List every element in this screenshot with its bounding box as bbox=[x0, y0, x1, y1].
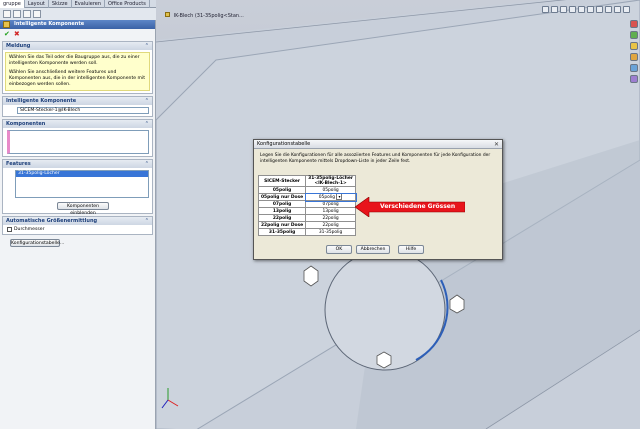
features-section: Features ⌃ 31-35polig-Löcher Komponenten … bbox=[2, 159, 153, 216]
dropdown-arrow-icon: ▾ bbox=[336, 193, 343, 200]
appearances-icon[interactable] bbox=[630, 64, 638, 72]
config-dropdown[interactable]: 05polig ▾ bbox=[304, 192, 357, 202]
collapse-icon: ⌃ bbox=[144, 121, 149, 127]
table-row: 22polig 22polig bbox=[257, 214, 357, 222]
hide-show-icon[interactable] bbox=[596, 6, 603, 13]
small-hole bbox=[376, 351, 392, 369]
smart-component-field[interactable]: SICEM-Stecker-1@IK-Blech bbox=[17, 107, 149, 114]
collapse-icon: ⌃ bbox=[144, 218, 149, 224]
message-header[interactable]: Meldung ⌃ bbox=[3, 42, 152, 50]
table-row: 31-35polig 31-35polig bbox=[257, 228, 357, 236]
previous-view-icon[interactable] bbox=[560, 6, 567, 13]
appearance-icon[interactable] bbox=[605, 6, 612, 13]
table-row: 22polig nur Dose 22polig bbox=[257, 221, 357, 229]
smart-component-icon bbox=[3, 21, 10, 28]
show-components-button[interactable]: Komponenten einblenden bbox=[57, 202, 109, 216]
message-section: Meldung ⌃ Wählen Sie das Teil oder die Ba… bbox=[2, 41, 153, 94]
config-table-button[interactable]: Konfigurationstabelle... bbox=[10, 239, 64, 247]
smart-component-section: Intelligente Komponente ⌃ SICEM-Stecker-1… bbox=[2, 96, 153, 117]
autosize-section: Automatische Größenermittlung ⌃ Durchmess… bbox=[2, 216, 153, 235]
view-toolbar bbox=[0, 6, 640, 14]
ok-button[interactable]: ✔ bbox=[4, 30, 10, 38]
design-library-icon[interactable] bbox=[630, 31, 638, 39]
scene-icon[interactable] bbox=[614, 6, 621, 13]
smart-component-header[interactable]: Intelligente Komponente ⌃ bbox=[3, 97, 152, 105]
view-settings-icon[interactable] bbox=[623, 6, 630, 13]
dialog-help-button[interactable]: Hilfe bbox=[398, 245, 424, 254]
annotation-label: Verschiedene Grössen bbox=[380, 203, 456, 210]
view-palette-icon[interactable] bbox=[630, 53, 638, 61]
features-header[interactable]: Features ⌃ bbox=[3, 160, 152, 168]
autosize-header[interactable]: Automatische Größenermittlung ⌃ bbox=[3, 217, 152, 225]
task-pane-tabs bbox=[630, 20, 640, 83]
cancel-button[interactable]: ✖ bbox=[14, 30, 20, 38]
zoom-fit-icon[interactable] bbox=[542, 6, 549, 13]
feature-item[interactable]: 31-35polig-Löcher bbox=[16, 171, 148, 177]
table-row: 07polig 07polig bbox=[257, 200, 357, 208]
table-row: 05polig nur Dose 05polig ▾ bbox=[257, 192, 357, 202]
close-icon[interactable]: ✕ bbox=[494, 141, 499, 148]
message-box: Wählen Sie das Teil oder die Baugruppe a… bbox=[5, 52, 150, 91]
display-style-icon[interactable] bbox=[587, 6, 594, 13]
property-manager: Intelligente Komponente ✔ ✖ Meldung ⌃ Wäh… bbox=[0, 20, 156, 429]
table-row: 13polig 13polig bbox=[257, 207, 357, 215]
diameter-checkbox-row[interactable]: Durchmesser bbox=[3, 225, 152, 234]
section-view-icon[interactable] bbox=[569, 6, 576, 13]
components-section: Komponenten ⌃ bbox=[2, 119, 153, 157]
components-header[interactable]: Komponenten ⌃ bbox=[3, 120, 152, 128]
pm-title: Intelligente Komponente bbox=[0, 20, 155, 29]
col-header-stecker: SICEM-Stecker bbox=[257, 175, 307, 187]
resources-icon[interactable] bbox=[630, 20, 638, 28]
dialog-cancel-button[interactable]: Abbrechen bbox=[356, 245, 390, 254]
dialog-ok-button[interactable]: OK bbox=[326, 245, 352, 254]
view-orientation-icon[interactable] bbox=[578, 6, 585, 13]
collapse-icon: ⌃ bbox=[144, 161, 149, 167]
features-list[interactable]: 31-35polig-Löcher bbox=[15, 170, 149, 198]
config-table: SICEM-Stecker 31-35polig-Löcher <IK-Blech… bbox=[257, 175, 357, 236]
components-list[interactable] bbox=[7, 130, 149, 154]
dialog-titlebar[interactable]: Konfigurationstabelle ✕ bbox=[254, 140, 502, 149]
collapse-icon: ⌃ bbox=[144, 98, 149, 104]
file-explorer-icon[interactable] bbox=[630, 42, 638, 50]
collapse-icon: ⌃ bbox=[144, 43, 149, 49]
dialog-intro: Legen Sie die Konfigurationen für alle a… bbox=[260, 153, 491, 164]
col-header-loecher: 31-35polig-Löcher <IK-Blech-1> bbox=[305, 175, 357, 187]
diameter-checkbox[interactable] bbox=[7, 227, 12, 232]
zoom-area-icon[interactable] bbox=[551, 6, 558, 13]
custom-properties-icon[interactable] bbox=[630, 75, 638, 83]
